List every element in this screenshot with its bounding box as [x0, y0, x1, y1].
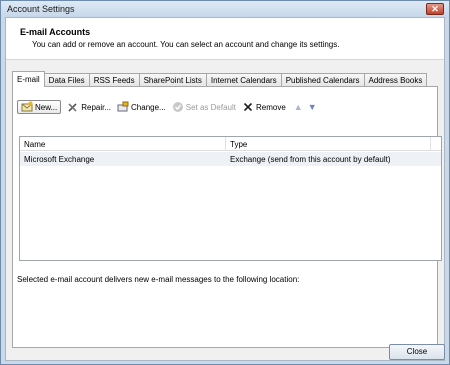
arrow-down-icon[interactable]: ▼	[308, 102, 317, 112]
tab-published-calendars[interactable]: Published Calendars	[280, 73, 365, 87]
close-button[interactable]: Close	[389, 344, 445, 360]
tab-internet-calendars[interactable]: Internet Calendars	[205, 73, 282, 87]
account-toolbar: New... Repair... Change... Set as Defaul…	[17, 99, 317, 115]
account-row[interactable]: Microsoft Exchange Exchange (send from t…	[20, 152, 441, 166]
remove-button[interactable]: Remove	[239, 100, 289, 114]
column-divider[interactable]	[225, 137, 226, 151]
repair-button-label: Repair...	[81, 102, 112, 112]
arrow-up-icon[interactable]: ▲	[294, 102, 303, 112]
dialog-header: E-mail Accounts You can add or remove an…	[6, 18, 444, 60]
accounts-list-header: Name Type	[20, 137, 441, 151]
change-button[interactable]: Change...	[114, 100, 169, 114]
account-name: Microsoft Exchange	[24, 155, 95, 164]
column-header-name[interactable]: Name	[24, 140, 45, 149]
check-icon	[172, 101, 184, 113]
header-title: E-mail Accounts	[20, 27, 91, 37]
tab-address-books[interactable]: Address Books	[363, 73, 428, 87]
tab-rss-feeds[interactable]: RSS Feeds	[88, 73, 140, 87]
accounts-list[interactable]: Name Type Microsoft Exchange Exchange (s…	[19, 136, 442, 261]
delivery-location-text: Selected e-mail account delivers new e-m…	[17, 275, 300, 284]
tab-data-files[interactable]: Data Files	[43, 73, 90, 87]
new-mail-icon	[21, 101, 33, 113]
repair-button[interactable]: Repair...	[64, 100, 114, 114]
set-as-default-button[interactable]: Set as Default	[169, 100, 239, 114]
dialog-client-area: E-mail Accounts You can add or remove an…	[5, 17, 445, 361]
title-bar: Account Settings ✕	[1, 1, 449, 17]
new-button-label: New...	[35, 102, 58, 112]
change-icon	[117, 101, 129, 113]
new-account-button[interactable]: New...	[17, 100, 62, 114]
account-type: Exchange (send from this account by defa…	[230, 155, 391, 164]
change-button-label: Change...	[131, 102, 166, 112]
set-as-default-label: Set as Default	[185, 102, 236, 112]
repair-tools-icon	[67, 101, 79, 113]
tab-sharepoint-lists[interactable]: SharePoint Lists	[138, 73, 207, 87]
window-close-button[interactable]: ✕	[426, 3, 444, 15]
email-tab-panel: New... Repair... Change... Set as Defaul…	[12, 86, 442, 348]
window-title: Account Settings	[7, 4, 75, 14]
remove-x-icon	[242, 101, 254, 113]
column-divider[interactable]	[430, 137, 431, 151]
tab-strip: E-mail Data Files RSS Feeds SharePoint L…	[12, 71, 428, 87]
remove-button-label: Remove	[255, 102, 286, 112]
header-subtitle: You can add or remove an account. You ca…	[32, 40, 340, 49]
account-settings-window: Account Settings ✕ E-mail Accounts You c…	[0, 0, 450, 365]
column-header-type[interactable]: Type	[230, 140, 247, 149]
tab-email[interactable]: E-mail	[12, 71, 45, 87]
